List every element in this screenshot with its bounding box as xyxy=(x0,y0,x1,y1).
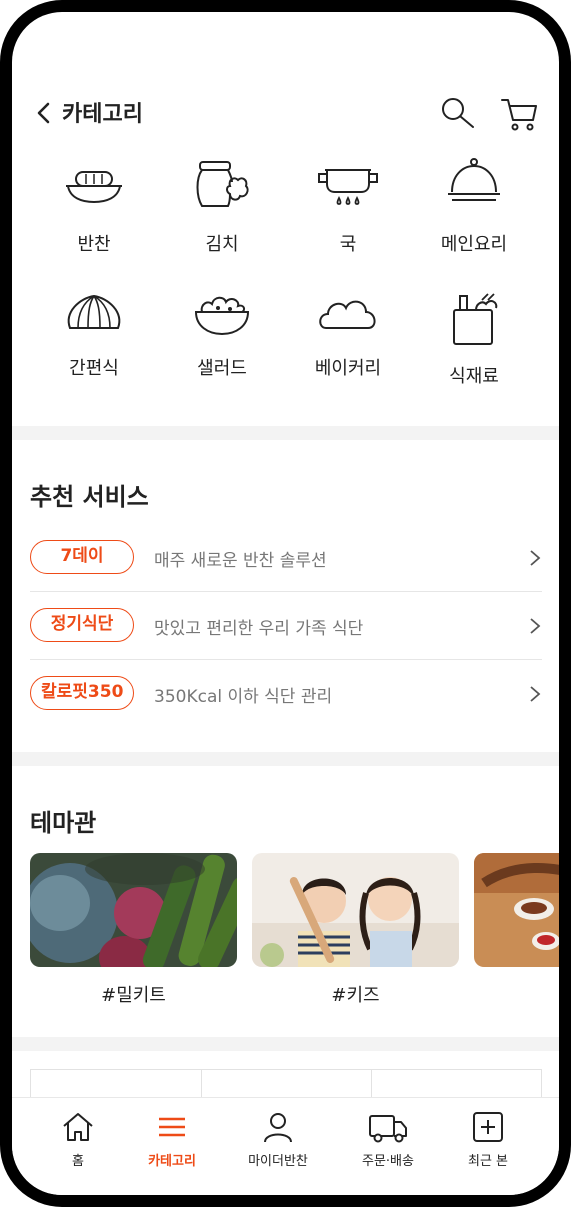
services-title: 추천 서비스 xyxy=(30,483,149,511)
service-badge: 정기식단 xyxy=(30,608,134,642)
side-dish-icon xyxy=(66,171,122,204)
section-divider xyxy=(12,426,559,440)
nav-label: 홈 xyxy=(72,1154,84,1169)
theme-card-kids[interactable]: #키즈 xyxy=(252,853,459,1007)
chevron-right-icon xyxy=(530,686,541,702)
category-label: 샐러드 xyxy=(197,358,247,379)
salad-bowl-icon xyxy=(194,296,250,336)
category-bakery[interactable]: 베이커리 xyxy=(288,288,408,380)
service-desc: 350Kcal 이하 식단 관리 xyxy=(154,687,333,707)
service-row-calorie[interactable]: 칼로핏350 350Kcal 이하 식단 관리 xyxy=(30,660,542,728)
service-desc: 맛있고 편리한 우리 가족 식단 xyxy=(154,619,364,639)
nav-home[interactable]: 홈 xyxy=(28,1110,128,1169)
section-divider xyxy=(12,1037,559,1051)
nav-label: 주문·배송 xyxy=(362,1154,414,1169)
category-label: 반찬 xyxy=(77,234,111,255)
page-title: 카테고리 xyxy=(62,102,143,127)
theme-image-kids xyxy=(252,853,459,967)
category-main-dish[interactable]: 메인요리 xyxy=(414,152,534,256)
category-label: 식재료 xyxy=(449,366,499,387)
category-kimchi[interactable]: 김치 xyxy=(162,152,282,256)
nav-label: 카테고리 xyxy=(148,1154,196,1169)
grocery-bag-icon xyxy=(453,293,498,345)
category-label: 국 xyxy=(339,234,357,255)
chevron-right-icon xyxy=(530,618,541,634)
service-row-7day[interactable]: 7데이 매주 새로운 반찬 솔루션 xyxy=(30,524,542,592)
category-salad[interactable]: 샐러드 xyxy=(162,288,282,380)
theme-card-partial[interactable]: #사 xyxy=(474,853,559,1007)
kimchi-icon xyxy=(196,161,249,207)
service-badge: 칼로핏350 xyxy=(30,676,135,710)
category-label: 간편식 xyxy=(69,358,119,379)
bottom-navigation: 홈 카테고리 마이더반찬 주문·배송 최근 본 xyxy=(12,1097,559,1195)
theme-label: #키즈 xyxy=(331,985,380,1006)
service-badge: 7데이 xyxy=(30,540,134,574)
chevron-right-icon xyxy=(530,550,541,566)
category-label: 메인요리 xyxy=(440,234,508,255)
truck-icon xyxy=(369,1115,407,1143)
top-header: 카테고리 xyxy=(12,90,559,140)
nav-my-page[interactable]: 마이더반찬 xyxy=(228,1110,328,1169)
category-label: 베이커리 xyxy=(314,358,382,379)
section-divider xyxy=(12,752,559,766)
device-frame: 카테고리 반찬 김치 국 메인요리 간편식 샐러드 베이커리 식재료 추천 서비… xyxy=(0,0,571,1207)
soup-pot-icon xyxy=(318,169,378,205)
nav-orders[interactable]: 주문·배송 xyxy=(338,1110,438,1169)
theme-image-table xyxy=(474,853,559,967)
bread-icon xyxy=(319,300,376,329)
cart-icon[interactable] xyxy=(500,96,538,132)
category-instant-food[interactable]: 간편식 xyxy=(34,288,154,380)
nav-label: 마이더반찬 xyxy=(248,1154,308,1169)
themes-title: 테마관 xyxy=(30,809,97,837)
app-screen: 카테고리 반찬 김치 국 메인요리 간편식 샐러드 베이커리 식재료 추천 서비… xyxy=(12,12,559,1195)
nav-recent[interactable]: 최근 본 xyxy=(438,1110,538,1169)
theme-label: #밀키트 xyxy=(101,985,166,1006)
category-label: 김치 xyxy=(205,234,239,255)
person-icon xyxy=(264,1113,292,1143)
cloche-icon xyxy=(448,158,500,201)
category-side-dish[interactable]: 반찬 xyxy=(34,152,154,256)
service-desc: 매주 새로운 반찬 솔루션 xyxy=(154,551,327,571)
theme-image-vegetables xyxy=(30,853,237,967)
nav-category[interactable]: 카테고리 xyxy=(122,1110,222,1169)
dumpling-icon xyxy=(67,294,121,329)
nav-label: 최근 본 xyxy=(467,1154,508,1169)
back-arrow-icon[interactable] xyxy=(32,100,58,126)
recent-plus-icon xyxy=(473,1112,503,1142)
home-icon xyxy=(63,1113,93,1141)
theme-card-mealkit[interactable]: #밀키트 xyxy=(30,853,237,1007)
menu-icon xyxy=(159,1117,185,1137)
category-ingredients[interactable]: 식재료 xyxy=(414,288,534,388)
service-row-subscription[interactable]: 정기식단 맛있고 편리한 우리 가족 식단 xyxy=(30,592,542,660)
category-soup[interactable]: 국 xyxy=(288,152,408,256)
theme-label: #사 xyxy=(474,981,559,1007)
search-icon[interactable] xyxy=(440,96,476,130)
